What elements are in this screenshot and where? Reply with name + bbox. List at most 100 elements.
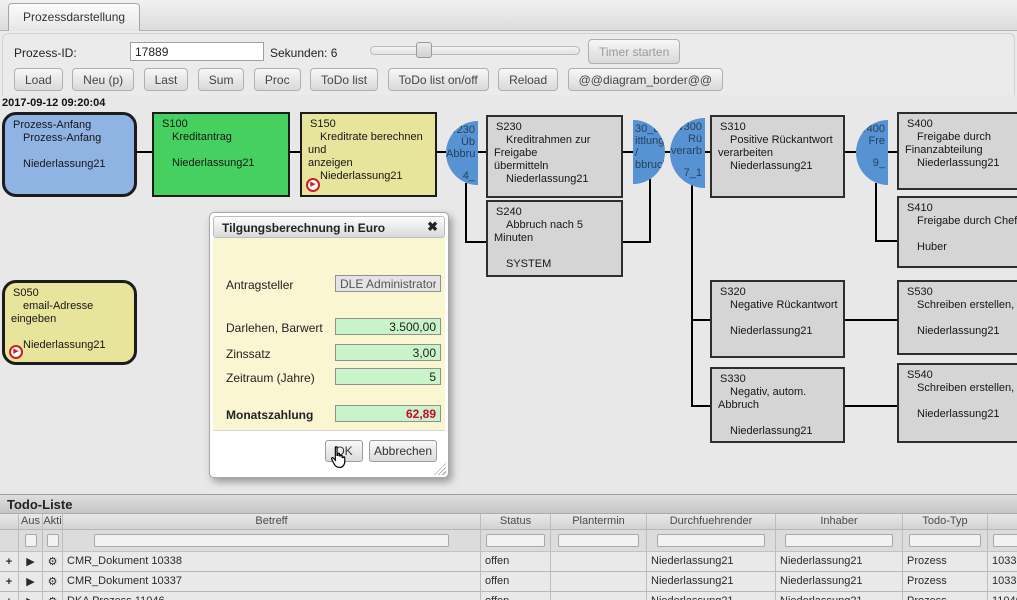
connector [691, 405, 710, 407]
antragsteller-field[interactable] [335, 275, 441, 292]
start-task-button[interactable]: ▶ [19, 592, 43, 600]
start-task-button[interactable]: ▶ [19, 572, 43, 592]
connector [465, 241, 486, 243]
id-cell: 11046 [988, 592, 1017, 600]
col-inhaber[interactable]: Inhaber [776, 514, 903, 530]
monatszahlung-label: Monatszahlung [226, 408, 313, 422]
process-node-s100[interactable]: S100 Kreditantrag Niederlassung21 [152, 112, 290, 197]
todo-section: Todo-Liste Aus Akti Betreff Status Plant… [0, 494, 1017, 600]
play-icon[interactable]: ▶ [306, 178, 320, 192]
filter-betreff-input[interactable] [94, 534, 448, 547]
connector [691, 319, 710, 321]
process-id-input[interactable] [130, 42, 264, 61]
task-settings-button[interactable]: ⚙ [43, 552, 63, 572]
process-node-s310[interactable]: S310 Positive Rückantwort verarbeiten Ni… [710, 115, 845, 198]
toolbar-buttons: Load Neu (p) Last Sum Proc ToDo list ToD… [14, 68, 728, 91]
close-icon[interactable]: ✖ [427, 219, 438, 235]
process-node-s150[interactable]: S150 Kreditrate berechnen und anzeigen N… [300, 112, 437, 197]
gateway-w230-end[interactable]: 30_End ittlung / bbruch 6_1 [633, 120, 665, 184]
col-todo-typ[interactable]: Todo-Typ [903, 514, 988, 530]
durchfuehrender-cell: Niederlassung21 [647, 552, 776, 572]
process-diagram: 2017-09-12 09:20:04 Prozess-Anfang Proze… [0, 95, 1017, 494]
todo-list-button[interactable]: ToDo list [310, 68, 378, 91]
todo-list-onoff-button[interactable]: ToDo list on/off [388, 68, 489, 91]
darlehen-field[interactable] [335, 318, 441, 335]
process-node-s400[interactable]: S400 Freigabe durch Finanzabteilung Nied… [897, 112, 1017, 190]
reload-button[interactable]: Reload [498, 68, 558, 91]
inhaber-cell: Niederlassung21 [776, 552, 903, 572]
connector [437, 151, 446, 153]
plantermin-cell [551, 572, 647, 592]
inhaber-cell: Niederlassung21 [776, 572, 903, 592]
process-id-label: Prozess-ID: [14, 46, 77, 60]
proc-button[interactable]: Proc [254, 68, 301, 91]
process-node-s530[interactable]: S530 Schreiben erstellen, maile Niederla… [897, 280, 1017, 355]
filter-id-input[interactable] [993, 534, 1017, 547]
dialog-titlebar[interactable]: Tilgungsberechnung in Euro ✖ [213, 216, 445, 238]
todo-filter-row [0, 530, 1017, 552]
diagram-timestamp: 2017-09-12 09:20:04 [2, 97, 105, 109]
gateway-w300[interactable]: W300 Rü verarb 7_1 [670, 118, 705, 188]
timer-slider[interactable] [370, 46, 580, 55]
load-button[interactable]: Load [14, 68, 63, 91]
zinssatz-label: Zinssatz [226, 347, 271, 361]
col-betreff[interactable]: Betreff [63, 514, 481, 530]
dialog-body: Antragsteller Darlehen, Barwert Zinssatz… [213, 238, 445, 432]
filter-todo-typ-input[interactable] [909, 534, 980, 547]
col-aus[interactable]: Aus [19, 514, 43, 530]
connector [623, 241, 651, 243]
antragsteller-label: Antragsteller [226, 278, 293, 292]
filter-akti-input[interactable] [47, 534, 59, 547]
slider-handle[interactable] [416, 42, 432, 58]
connector [290, 151, 300, 153]
darlehen-label: Darlehen, Barwert [226, 321, 323, 335]
task-settings-button[interactable]: ⚙ [43, 572, 63, 592]
todo-typ-cell: Prozess [903, 552, 988, 572]
connector [623, 151, 633, 153]
id-cell: 10338 [988, 552, 1017, 572]
status-cell: offen [481, 572, 551, 592]
task-settings-button[interactable]: ⚙ [43, 592, 63, 600]
filter-plantermin-input[interactable] [558, 534, 639, 547]
tab-prozessdarstellung[interactable]: Prozessdarstellung [8, 3, 140, 31]
filter-inhaber-input[interactable] [785, 534, 892, 547]
filter-aus-input[interactable] [25, 534, 37, 547]
sum-button[interactable]: Sum [198, 68, 245, 91]
process-node-s410[interactable]: S410 Freigabe durch Chef Huber [897, 196, 1017, 268]
zinssatz-field[interactable] [335, 344, 441, 361]
inhaber-cell: Niederlassung21 [776, 592, 903, 600]
filter-durchfuehrender-input[interactable] [657, 534, 766, 547]
zeitraum-field[interactable] [335, 368, 441, 385]
expand-row-button[interactable]: + [0, 572, 19, 592]
dialog-footer: OK Abbrechen [213, 430, 445, 474]
process-node-start[interactable]: Prozess-Anfang Prozess-Anfang Niederlass… [2, 112, 137, 197]
status-cell: offen [481, 592, 551, 600]
process-node-s240[interactable]: S240 Abbruch nach 5 Minuten SYSTEM [486, 200, 623, 277]
diagram-border-button[interactable]: @@diagram_border@@ [568, 68, 723, 91]
start-task-button[interactable]: ▶ [19, 552, 43, 572]
process-node-s540[interactable]: S540 Schreiben erstellen, maile Niederla… [897, 363, 1017, 443]
expand-row-button[interactable]: + [0, 592, 19, 600]
col-durchfuehrender[interactable]: Durchfuehrender [647, 514, 776, 530]
gateway-w400[interactable]: W400 Fre 9_ [856, 120, 888, 185]
play-icon[interactable]: ▶ [9, 345, 23, 359]
process-node-s330[interactable]: S330 Negativ, autom. Abbruch Niederlassu… [710, 367, 845, 443]
filter-status-input[interactable] [486, 534, 545, 547]
col-status[interactable]: Status [481, 514, 551, 530]
seconds-label: Sekunden: 6 [270, 46, 337, 60]
timer-start-button[interactable]: Timer starten [588, 39, 680, 64]
col-akti[interactable]: Akti [43, 514, 63, 530]
plantermin-cell [551, 552, 647, 572]
monatszahlung-field[interactable] [335, 405, 441, 422]
process-node-s320[interactable]: S320 Negative Rückantwort Niederlassung2… [710, 280, 845, 358]
cancel-button[interactable]: Abbrechen [369, 440, 437, 462]
process-node-s050[interactable]: S050 email-Adresse eingeben Niederlassun… [2, 280, 137, 365]
expand-row-button[interactable]: + [0, 552, 19, 572]
betreff-cell: CMR_Dokument 10337 [63, 572, 481, 592]
neu-p-button[interactable]: Neu (p) [72, 68, 134, 91]
process-node-s230[interactable]: S230 Kreditrahmen zur Freigabe übermitte… [486, 115, 623, 198]
col-plantermin[interactable]: Plantermin [551, 514, 647, 530]
todo-row: + ▶ ⚙ DKA Prozess 11046 offen Niederlass… [0, 592, 1017, 600]
last-button[interactable]: Last [144, 68, 189, 91]
gateway-w230[interactable]: W230 Üb Abbru 4_ [446, 121, 478, 185]
